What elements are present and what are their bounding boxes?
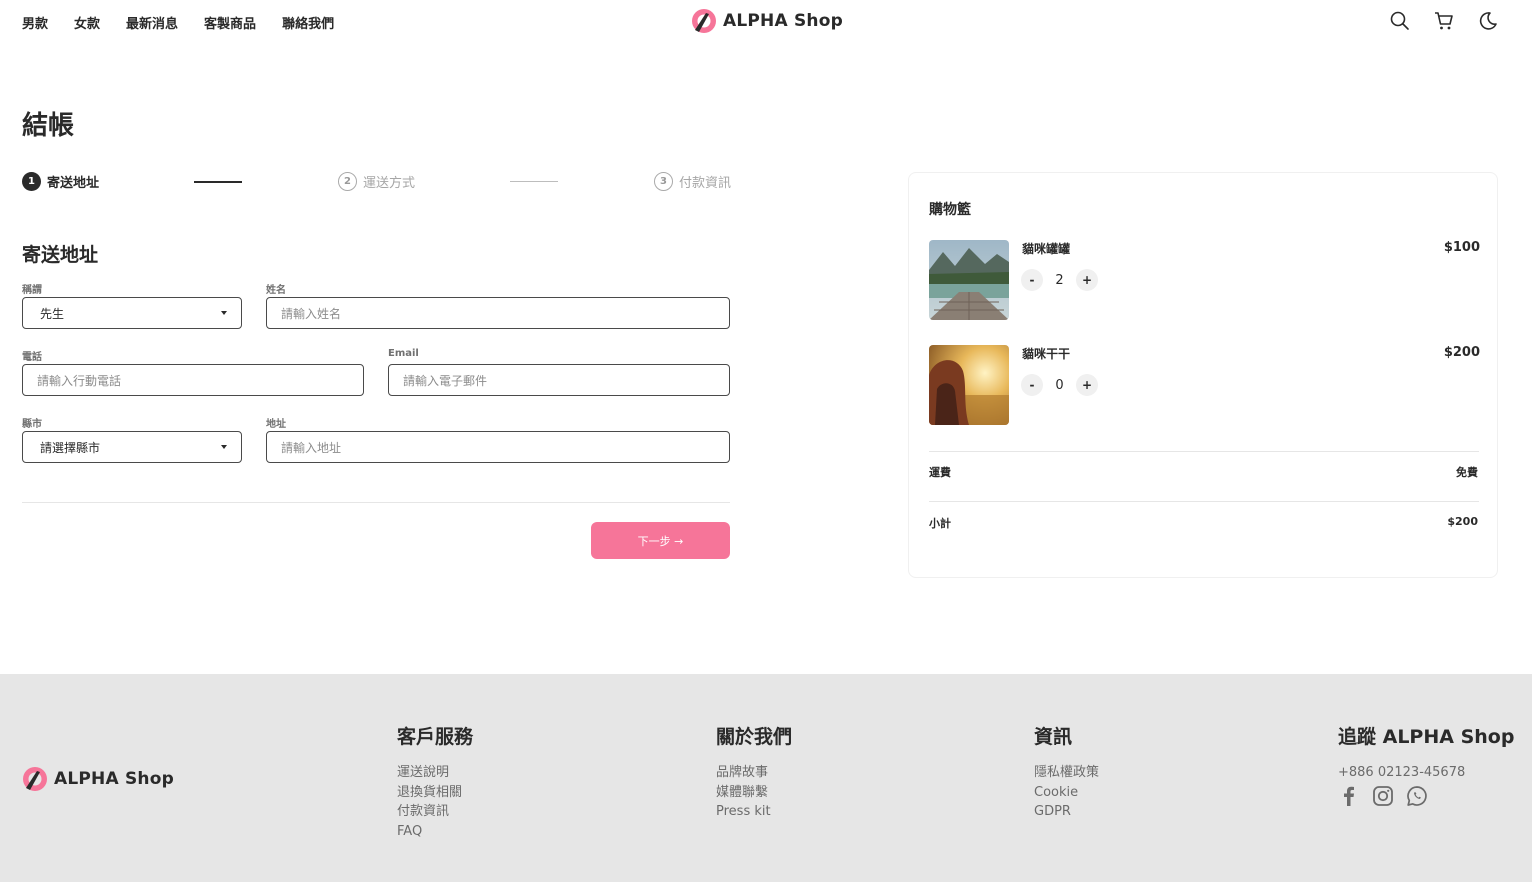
cart-divider: [929, 451, 1479, 452]
step-number: 3: [654, 172, 673, 191]
logo-text: ALPHA Shop: [723, 11, 843, 31]
item-name: 貓咪干干: [1022, 347, 1071, 361]
footer-heading: 追蹤 ALPHA Shop: [1338, 726, 1515, 748]
item-price: $100: [1443, 240, 1480, 255]
quantity-value: 2: [1055, 272, 1064, 288]
increase-button[interactable]: +: [1076, 269, 1098, 291]
facebook-icon[interactable]: [1338, 785, 1360, 807]
footer-link[interactable]: FAQ: [397, 822, 473, 842]
footer-link[interactable]: Cookie: [1034, 783, 1099, 803]
product-image: [929, 345, 1009, 425]
cart-item: 貓咪罐罐 $100 - 2 +: [929, 240, 1480, 320]
footer-info: 資訊 隱私權政策 Cookie GDPR: [1034, 722, 1099, 822]
city-label: 縣市: [22, 419, 42, 430]
subtotal-label: 小計: [929, 517, 951, 530]
footer-link[interactable]: 品牌故事: [716, 763, 792, 783]
quantity-stepper: - 2 +: [1021, 269, 1098, 291]
subtotal-value: $200: [1447, 515, 1478, 528]
step-label: 付款資訊: [679, 176, 732, 191]
form-title: 寄送地址: [22, 244, 99, 266]
footer-logo[interactable]: ALPHA Shop: [22, 766, 174, 792]
name-label: 姓名: [266, 285, 286, 296]
main-nav: 男款 女款 最新消息 客製商品 聯絡我們: [22, 13, 334, 32]
phone-label: 電話: [22, 352, 42, 363]
checkout-stepper: 1 寄送地址 2 運送方式 3 付款資訊: [22, 172, 732, 192]
footer-link[interactable]: 隱私權政策: [1034, 763, 1099, 783]
step-label: 寄送地址: [47, 176, 100, 191]
step-number: 1: [22, 172, 41, 191]
increase-button[interactable]: +: [1076, 374, 1098, 396]
quantity-stepper: - 0 +: [1021, 374, 1098, 396]
footer-link[interactable]: Press kit: [716, 802, 792, 822]
salutation-value: 先生: [40, 306, 65, 321]
cart-icon[interactable]: [1433, 10, 1455, 32]
social-links: [1338, 785, 1514, 807]
email-label: Email: [388, 348, 419, 359]
footer-link[interactable]: 媒體聯繫: [716, 783, 792, 803]
search-icon[interactable]: [1389, 10, 1411, 32]
footer-about: 關於我們 品牌故事 媒體聯繫 Press kit: [716, 722, 792, 822]
logo-text: ALPHA Shop: [54, 769, 174, 789]
site-footer: ALPHA Shop 客戶服務 運送說明 退換貨相關 付款資訊 FAQ 關於我們…: [0, 674, 1532, 882]
logo-icon: [23, 767, 47, 791]
moon-icon[interactable]: [1477, 10, 1499, 32]
shipping-value: 免費: [1456, 466, 1478, 479]
footer-phone: +886 02123-45678: [1338, 765, 1466, 780]
cart-item: 貓咪干干 $200 - 0 +: [929, 345, 1480, 425]
caret-down-icon: [221, 445, 227, 449]
nav-link-men[interactable]: 男款: [22, 13, 48, 32]
product-image: [929, 240, 1009, 320]
name-input[interactable]: 請輸入姓名: [266, 297, 730, 329]
step-label: 運送方式: [363, 176, 416, 191]
footer-heading: 資訊: [1034, 726, 1073, 748]
address-input[interactable]: 請輸入地址: [266, 431, 730, 463]
caret-down-icon: [221, 311, 227, 315]
footer-follow: 追蹤 ALPHA Shop +886 02123-45678: [1338, 722, 1514, 807]
address-label: 地址: [266, 419, 286, 430]
phone-input[interactable]: 請輸入行動電話: [22, 364, 364, 396]
form-divider: [22, 502, 730, 503]
footer-link[interactable]: 付款資訊: [397, 802, 473, 822]
footer-link[interactable]: GDPR: [1034, 802, 1099, 822]
decrease-button[interactable]: -: [1021, 374, 1043, 396]
page-title: 結帳: [22, 111, 75, 141]
salutation-label: 稱謂: [22, 285, 42, 296]
step-shipping: 2 運送方式: [338, 172, 415, 191]
salutation-select[interactable]: 先生: [22, 297, 242, 329]
step-address: 1 寄送地址: [22, 172, 99, 191]
instagram-icon[interactable]: [1372, 785, 1394, 807]
nav-link-contact[interactable]: 聯絡我們: [282, 13, 334, 32]
email-input[interactable]: 請輸入電子郵件: [388, 364, 730, 396]
footer-heading: 關於我們: [716, 726, 793, 748]
logo-icon: [692, 9, 716, 33]
footer-link[interactable]: 退換貨相關: [397, 783, 473, 803]
step-connector: [510, 181, 558, 182]
quantity-value: 0: [1055, 377, 1064, 393]
item-price: $200: [1443, 345, 1480, 360]
step-payment: 3 付款資訊: [654, 172, 731, 191]
nav-link-news[interactable]: 最新消息: [126, 13, 178, 32]
footer-link[interactable]: 運送說明: [397, 763, 473, 783]
item-name: 貓咪罐罐: [1022, 242, 1071, 256]
footer-customer-service: 客戶服務 運送說明 退換貨相關 付款資訊 FAQ: [397, 722, 473, 841]
cart-panel: 購物籃 貓咪罐罐 $100 - 2 + 貓咪干干 $200 - 0 + 運費 免…: [908, 172, 1498, 578]
shipping-label: 運費: [929, 466, 951, 479]
nav-link-women[interactable]: 女款: [74, 13, 100, 32]
next-step-button[interactable]: 下一步 →: [591, 522, 730, 559]
header-logo[interactable]: ALPHA Shop: [691, 8, 843, 34]
city-value: 請選擇縣市: [40, 440, 101, 455]
step-connector: [194, 181, 242, 183]
nav-link-custom[interactable]: 客製商品: [204, 13, 256, 32]
city-select[interactable]: 請選擇縣市: [22, 431, 242, 463]
cart-divider: [929, 501, 1479, 502]
decrease-button[interactable]: -: [1021, 269, 1043, 291]
footer-heading: 客戶服務: [397, 726, 474, 748]
step-number: 2: [338, 172, 357, 191]
whatsapp-icon[interactable]: [1406, 785, 1428, 807]
cart-title: 購物籃: [929, 202, 971, 218]
header-actions: [1389, 10, 1499, 32]
site-header: 男款 女款 最新消息 客製商品 聯絡我們 ALPHA Shop: [0, 0, 1532, 42]
